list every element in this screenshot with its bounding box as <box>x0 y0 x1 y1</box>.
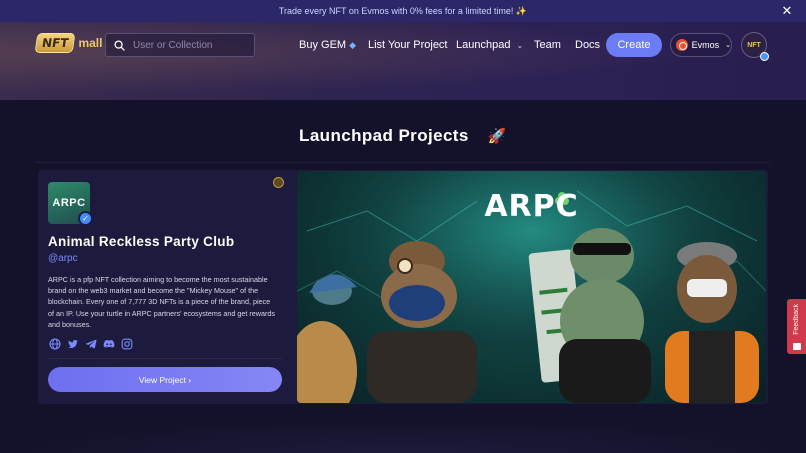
user-avatar-label: NFT <box>747 41 761 49</box>
nav-launchpad-label: Launchpad <box>456 39 511 51</box>
divider <box>48 358 282 359</box>
nav-docs-label: Docs <box>575 39 601 51</box>
twitter-icon[interactable] <box>66 337 79 350</box>
project-handle[interactable]: @arpc <box>48 253 78 264</box>
nav-buy-gem[interactable]: Buy GEM ◆ <box>299 34 356 56</box>
message-icon <box>792 343 801 350</box>
chevron-down-icon: ⌄ <box>516 40 524 50</box>
promo-banner-text: Trade every NFT on Evmos with 0% fees fo… <box>278 5 528 16</box>
view-project-button-label: View Project › <box>138 374 192 385</box>
evmos-icon <box>676 39 688 51</box>
nav-list-project[interactable]: List Your Project <box>368 34 448 56</box>
create-button[interactable]: Create <box>606 33 662 57</box>
view-project-button[interactable]: View Project › <box>48 367 282 392</box>
nftmall-logo[interactable]: NFT mall <box>34 30 104 56</box>
verified-badge-icon: ✓ <box>78 211 93 226</box>
logo-badge: NFT <box>34 33 76 53</box>
project-name: Animal Reckless Party Club <box>48 234 235 249</box>
nav-team[interactable]: Team <box>534 34 561 56</box>
nav-launchpad[interactable]: Launchpad ⌄ <box>456 34 523 56</box>
page-title: Launchpad Projects 🚀 <box>0 126 806 146</box>
chain-selector[interactable]: Evmos ⌄ <box>670 33 732 57</box>
instagram-icon[interactable] <box>120 337 133 350</box>
promo-banner: Trade every NFT on Evmos with 0% fees fo… <box>0 0 806 22</box>
gem-icon: ◆ <box>349 39 356 50</box>
discord-icon[interactable] <box>102 337 115 350</box>
search-icon <box>114 39 125 51</box>
verified-badge-icon <box>760 52 769 61</box>
search-input[interactable] <box>133 39 251 51</box>
create-button-label: Create <box>617 39 651 51</box>
page-title-text: Launchpad Projects <box>299 126 469 145</box>
feedback-label: Feedback <box>793 304 800 335</box>
nav-team-label: Team <box>534 39 561 51</box>
search-box[interactable] <box>105 33 255 57</box>
telegram-icon[interactable] <box>84 337 97 350</box>
social-links <box>48 337 133 350</box>
nav-docs[interactable]: Docs <box>575 34 600 56</box>
nav-list-project-label: List Your Project <box>368 39 448 51</box>
status-icon <box>273 177 284 188</box>
close-icon[interactable]: ✕ <box>780 4 794 18</box>
globe-icon[interactable] <box>48 337 61 350</box>
project-description: ARPC is a pfp NFT collection aiming to b… <box>48 275 275 329</box>
chevron-down-icon: ⌄ <box>725 42 731 49</box>
feedback-tab[interactable]: Feedback <box>787 299 806 354</box>
project-logo-text: ARPC <box>52 197 86 209</box>
bottom-glow <box>0 420 806 453</box>
divider <box>36 162 770 163</box>
project-hero-image[interactable]: ARPC <box>297 171 766 403</box>
nav-buy-gem-label: Buy GEM <box>299 39 347 51</box>
rocket-icon: 🚀 <box>487 128 507 145</box>
chain-selector-label: Evmos <box>691 40 720 50</box>
logo-text: mall <box>78 36 103 50</box>
hero-title: ARPC <box>484 189 579 224</box>
